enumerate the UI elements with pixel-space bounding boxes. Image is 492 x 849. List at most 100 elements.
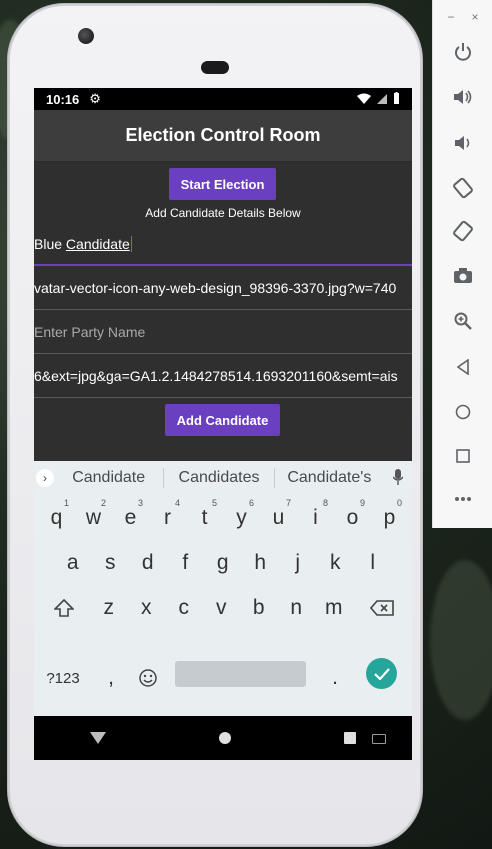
start-election-button[interactable]: Start Election xyxy=(169,168,276,200)
suggestion-item[interactable]: Candidates xyxy=(164,469,273,487)
key-label: z xyxy=(103,596,115,619)
key-b[interactable]: b xyxy=(240,587,278,629)
volume-up-icon[interactable] xyxy=(433,88,492,106)
key-g[interactable]: g xyxy=(204,542,242,584)
rotate-right-icon[interactable] xyxy=(433,220,492,242)
phone-frame: 10:16 ⚙ Election Control Room Start Elec… xyxy=(8,4,422,846)
key-number-hint: 4 xyxy=(174,498,180,508)
key-k[interactable]: k xyxy=(317,542,355,584)
key-number-hint: 1 xyxy=(63,498,69,508)
key-v[interactable]: v xyxy=(203,587,241,629)
key-number-hint: 0 xyxy=(396,498,402,508)
key-label: t xyxy=(201,506,208,529)
nav-back-icon[interactable] xyxy=(90,732,107,744)
status-icons xyxy=(357,91,400,107)
key-label: y xyxy=(236,506,247,529)
suggestion-item[interactable]: Candidate xyxy=(54,469,163,487)
key-label: o xyxy=(346,506,359,529)
key-i[interactable]: i8 xyxy=(297,497,334,539)
key-label: v xyxy=(216,596,227,619)
logo-url-underline xyxy=(34,397,412,398)
comma-key[interactable]: , xyxy=(96,657,126,699)
space-bar[interactable] xyxy=(175,661,306,687)
key-z[interactable]: z xyxy=(90,587,128,629)
period-key[interactable]: . xyxy=(320,657,350,699)
key-label: q xyxy=(50,506,63,529)
wifi-icon xyxy=(357,92,371,107)
back-icon[interactable] xyxy=(433,359,492,375)
key-h[interactable]: h xyxy=(242,542,280,584)
keyboard-row-3: z x c v b nm xyxy=(34,587,412,629)
key-label: j xyxy=(295,551,301,574)
page-title: Election Control Room xyxy=(125,125,321,145)
front-camera xyxy=(78,28,94,44)
status-bar: 10:16 ⚙ xyxy=(34,88,412,110)
emulator-window-controls: − × xyxy=(433,0,492,24)
system-nav-bar xyxy=(34,716,412,760)
key-label: h xyxy=(254,551,267,574)
emoji-icon[interactable] xyxy=(132,657,164,699)
key-c[interactable]: c xyxy=(165,587,203,629)
key-r[interactable]: r4 xyxy=(149,497,186,539)
key-w[interactable]: w2 xyxy=(75,497,112,539)
mic-icon[interactable] xyxy=(384,468,412,488)
key-u[interactable]: u7 xyxy=(260,497,297,539)
nav-home-icon[interactable] xyxy=(218,732,231,744)
keyboard-switch-icon[interactable] xyxy=(372,734,386,744)
party-name-placeholder: Enter Party Name xyxy=(34,324,146,340)
suggestion-item[interactable]: Candidate's xyxy=(275,469,384,487)
keyboard-row-1: q1w2e3r4t5y6u7i8o9p0 xyxy=(34,497,412,539)
key-label: r xyxy=(164,506,171,529)
soft-keyboard: › Candidate Candidates Candidate's q1w2e… xyxy=(34,461,412,716)
key-n[interactable]: n xyxy=(278,587,316,629)
candidate-name-input[interactable]: Blue Candidate xyxy=(34,222,412,266)
key-o[interactable]: o9 xyxy=(334,497,371,539)
key-m[interactable]: m xyxy=(315,587,353,629)
app-bar: Election Control Room xyxy=(34,110,412,162)
key-label: c xyxy=(178,596,190,619)
key-number-hint: 5 xyxy=(211,498,217,508)
key-x[interactable]: x xyxy=(128,587,166,629)
emulator-toolbar: − × xyxy=(432,0,492,528)
key-label: f xyxy=(182,551,189,574)
key-q[interactable]: q1 xyxy=(38,497,75,539)
key-s[interactable]: s xyxy=(92,542,130,584)
key-label: w xyxy=(85,506,102,529)
key-p[interactable]: p0 xyxy=(371,497,408,539)
nav-recents-icon[interactable] xyxy=(343,732,356,744)
key-d[interactable]: d xyxy=(129,542,167,584)
overview-icon[interactable] xyxy=(433,449,492,463)
volume-down-icon[interactable] xyxy=(433,134,492,152)
enter-check-icon[interactable] xyxy=(366,658,397,689)
key-l[interactable]: l xyxy=(354,542,392,584)
key-label: l xyxy=(370,551,376,574)
add-candidate-button[interactable]: Add Candidate xyxy=(165,404,280,436)
key-number-hint: 7 xyxy=(285,498,291,508)
party-name-input[interactable]: Enter Party Name xyxy=(34,310,412,354)
key-label: b xyxy=(252,596,265,619)
minimize-button[interactable]: − xyxy=(447,10,454,24)
key-label: k xyxy=(330,551,341,574)
key-e[interactable]: e3 xyxy=(112,497,149,539)
backspace-icon[interactable] xyxy=(356,587,408,629)
key-label: x xyxy=(141,596,152,619)
key-t[interactable]: t5 xyxy=(186,497,223,539)
power-icon[interactable] xyxy=(433,42,492,62)
key-y[interactable]: y6 xyxy=(223,497,260,539)
expand-suggestions-icon[interactable]: › xyxy=(36,469,54,487)
key-number-hint: 9 xyxy=(359,498,365,508)
suggestion-strip: › Candidate Candidates Candidate's xyxy=(34,461,412,495)
candidate-image-url-input[interactable]: vatar-vector-icon-any-web-design_98396-3… xyxy=(34,266,412,310)
party-logo-url-input[interactable]: 6&ext=jpg&ga=GA1.2.1484278514.1693201160… xyxy=(34,354,412,398)
close-button[interactable]: × xyxy=(471,10,478,24)
more-icon[interactable] xyxy=(433,496,492,502)
shift-icon[interactable] xyxy=(38,587,90,629)
key-j[interactable]: j xyxy=(279,542,317,584)
key-a[interactable]: a xyxy=(54,542,92,584)
home-icon[interactable] xyxy=(433,404,492,420)
zoom-icon[interactable] xyxy=(433,312,492,330)
camera-icon[interactable] xyxy=(433,268,492,284)
key-f[interactable]: f xyxy=(167,542,205,584)
symbols-key[interactable]: ?123 xyxy=(34,657,92,699)
rotate-left-icon[interactable] xyxy=(433,177,492,199)
